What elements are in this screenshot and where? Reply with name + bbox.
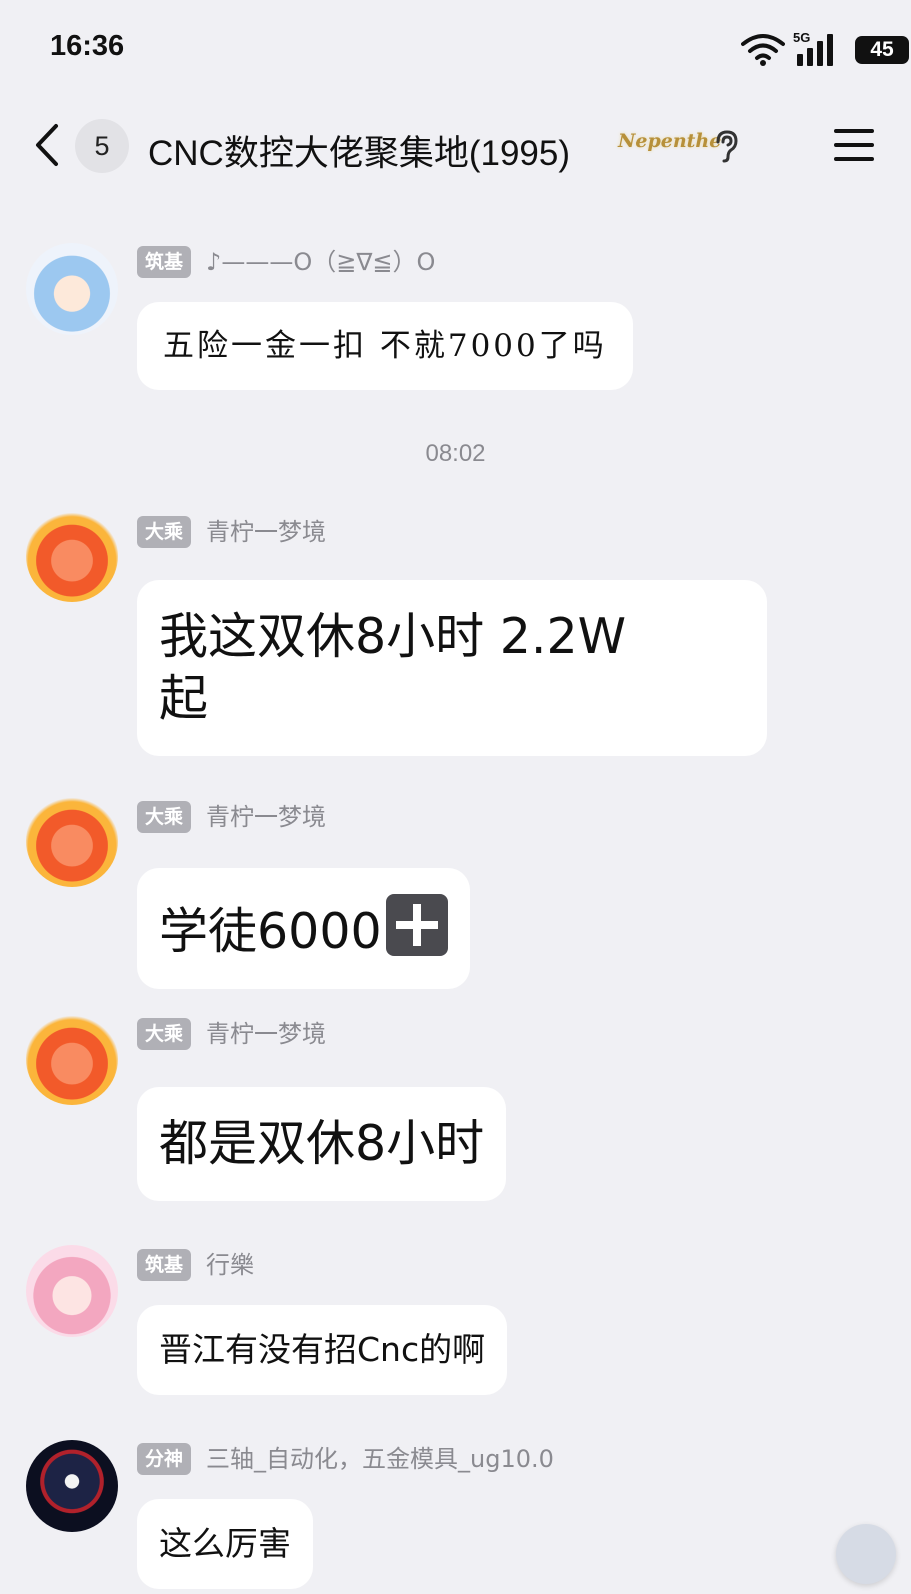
level-tag: 大乘 (137, 516, 192, 548)
sender-name[interactable]: ♪———O（≧∇≦）O (206, 246, 435, 278)
level-tag: 大乘 (137, 1018, 192, 1050)
sender-name[interactable]: 青柠一梦境 (206, 1018, 326, 1050)
message-bubble[interactable]: 都是双休8小时 (137, 1087, 507, 1201)
message-bubble[interactable]: 我这双休8小时 2.2W 起 (137, 580, 767, 756)
plus-icon (385, 894, 448, 956)
unread-count-badge[interactable]: 5 (75, 119, 129, 173)
back-icon[interactable] (28, 120, 68, 170)
sender-name[interactable]: 青柠一梦境 (206, 801, 326, 833)
signal-icon: 5G (793, 30, 833, 66)
level-tag: 大乘 (137, 801, 192, 833)
status-bar: 16:36 5G 45 (0, 0, 911, 100)
level-tag: 筑基 (137, 246, 192, 278)
menu-icon[interactable] (832, 126, 876, 164)
sender-name[interactable]: 青柠一梦境 (206, 516, 326, 548)
scroll-to-bottom-button[interactable] (836, 1524, 896, 1584)
chat-title[interactable]: CNC数控大佬聚集地(1995) (148, 125, 570, 176)
message-text: 学徒6000 (159, 903, 382, 960)
ear-icon[interactable] (710, 128, 742, 164)
message-text-line: 起 (159, 670, 209, 727)
avatar[interactable] (26, 510, 118, 602)
battery-icon: 45 (855, 36, 909, 64)
status-time: 16:36 (50, 30, 125, 62)
message-bubble[interactable]: 这么厉害 (137, 1499, 313, 1589)
avatar[interactable] (26, 795, 118, 887)
avatar[interactable] (26, 1245, 118, 1337)
message-bubble[interactable]: 晋江有没有招Cnc的啊 (137, 1305, 508, 1395)
network-label: 5G (793, 30, 810, 45)
avatar[interactable] (26, 243, 118, 335)
level-tag: 分神 (137, 1443, 192, 1475)
avatar[interactable] (26, 1013, 118, 1105)
sender-name[interactable]: 行樂 (206, 1249, 254, 1281)
message-bubble[interactable]: 五险一金一扣 不就7000了吗 (137, 302, 633, 390)
message-text-line: 我这双休8小时 2.2W (159, 608, 627, 665)
message-bubble[interactable]: 学徒6000 (137, 868, 470, 989)
group-badge: Nepenthe (618, 130, 722, 152)
sender-name[interactable]: 三轴_自动化，五金模具_ug10.0 (206, 1443, 554, 1475)
wifi-icon (741, 34, 785, 66)
timestamp-divider: 08:02 (425, 440, 486, 467)
avatar[interactable] (26, 1440, 118, 1532)
level-tag: 筑基 (137, 1249, 192, 1281)
chat-header: 5 CNC数控大佬聚集地(1995) Nepenthe (0, 100, 911, 195)
